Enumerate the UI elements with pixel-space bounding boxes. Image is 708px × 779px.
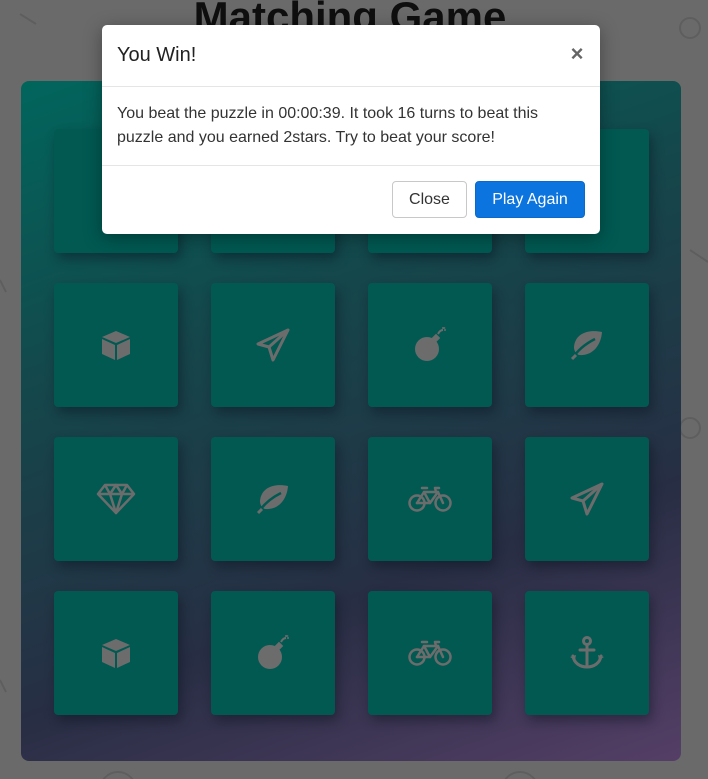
close-button[interactable]: Close xyxy=(392,181,467,218)
win-dialog: You Win! × You beat the puzzle in 00:00:… xyxy=(102,25,600,234)
page: Matching Game xyxy=(0,0,708,779)
close-icon[interactable]: × xyxy=(568,42,586,66)
win-message: You beat the puzzle in 00:00:39. It took… xyxy=(117,105,539,146)
modal-footer: Close Play Again xyxy=(102,166,600,234)
modal-body: You beat the puzzle in 00:00:39. It took… xyxy=(102,87,600,166)
modal-title: You Win! xyxy=(117,44,197,66)
modal-header: You Win! × xyxy=(102,25,600,87)
play-again-button[interactable]: Play Again xyxy=(475,181,585,218)
